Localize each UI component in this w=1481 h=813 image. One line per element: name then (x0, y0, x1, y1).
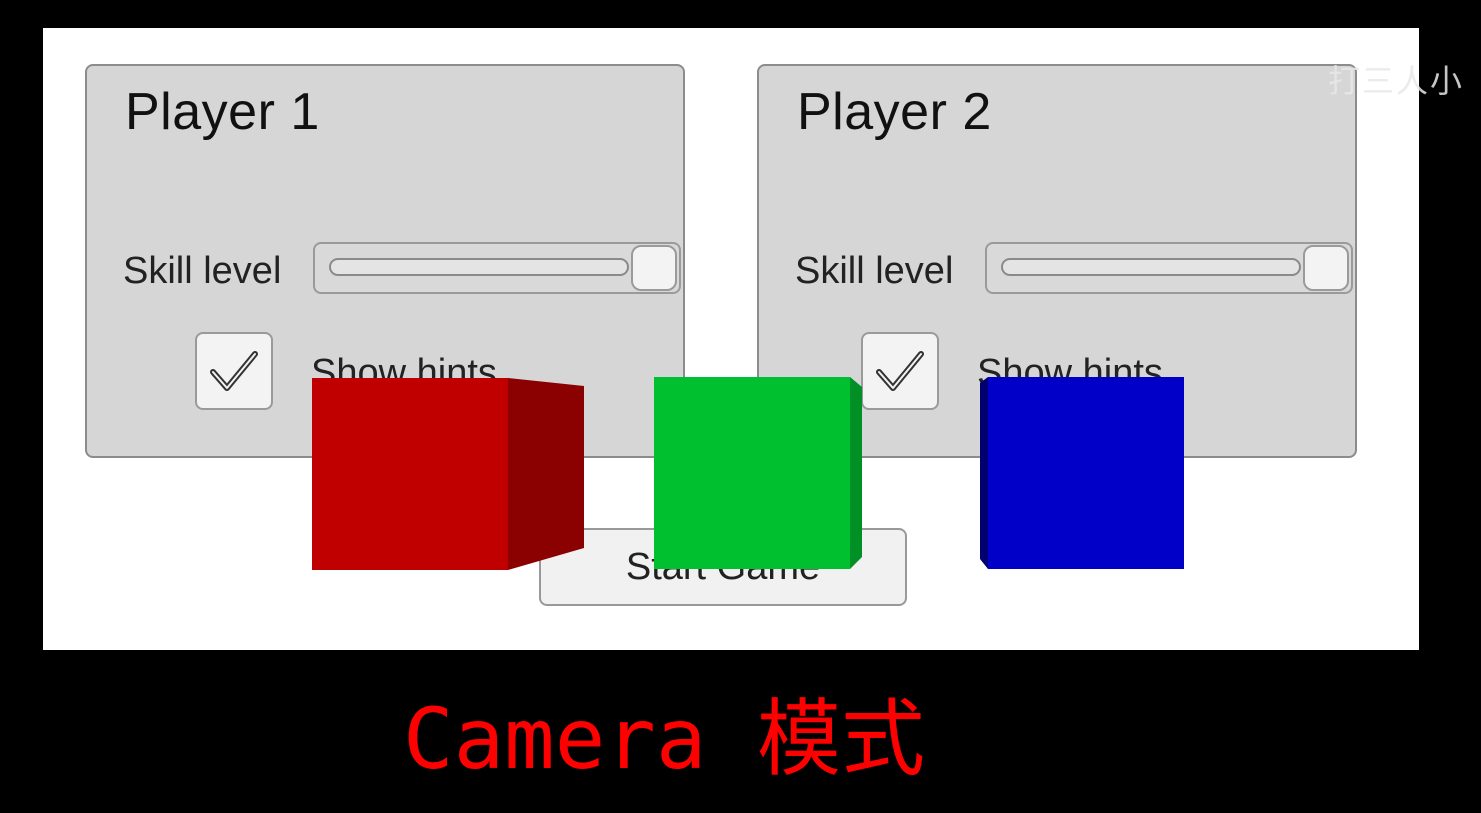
watermark-text: 打三人小 (1328, 62, 1465, 100)
checkmark-icon (876, 351, 924, 391)
blue-cube-front-face (988, 377, 1184, 569)
slider-track (1001, 258, 1301, 276)
player-1-skill-slider[interactable] (313, 242, 681, 294)
player-1-title: Player 1 (125, 83, 320, 141)
slider-track (329, 258, 629, 276)
mode-caption: Camera 模式 (403, 690, 926, 788)
red-cube-front-face (312, 378, 508, 570)
slider-handle[interactable] (1303, 245, 1349, 291)
red-cube (312, 378, 584, 570)
player-2-hints-checkbox[interactable] (861, 332, 939, 410)
game-viewport: Player 1 Skill level Show hints Player 2… (43, 28, 1419, 650)
player-2-skill-label: Skill level (795, 250, 954, 292)
player-2-skill-slider[interactable] (985, 242, 1353, 294)
player-2-title: Player 2 (797, 83, 992, 141)
blue-cube (980, 377, 1184, 569)
player-1-hints-checkbox[interactable] (195, 332, 273, 410)
player-1-skill-label: Skill level (123, 250, 282, 292)
red-cube-side-face (508, 378, 584, 570)
green-cube-side-face (850, 377, 862, 569)
checkmark-icon (210, 351, 258, 391)
slider-handle[interactable] (631, 245, 677, 291)
blue-cube-side-face (980, 377, 988, 569)
green-cube-front-face (654, 377, 850, 569)
green-cube (654, 377, 862, 569)
